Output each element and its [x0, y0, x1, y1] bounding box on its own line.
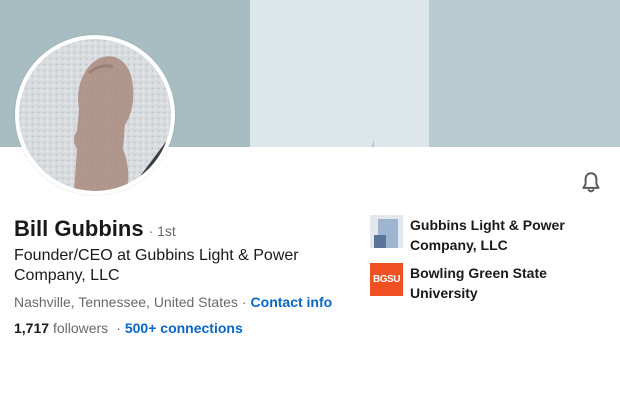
- location-separator: ·: [241, 294, 247, 310]
- profile-location: Nashville, Tennessee, United States: [14, 294, 238, 310]
- current-company-link[interactable]: Gubbins Light & Power Company, LLC: [370, 215, 600, 255]
- school-name: Bowling Green State University: [410, 265, 547, 301]
- location-row: Nashville, Tennessee, United States · Cont…: [14, 294, 332, 310]
- followers-count: 1,717: [14, 320, 50, 336]
- stats-row: 1,717 followers · 500+ connections: [14, 320, 243, 336]
- banner-arc-shape: [250, 0, 390, 147]
- profile-headline: Founder/CEO at Gubbins Light & Power Com…: [14, 247, 299, 284]
- banner-band-right: [429, 0, 620, 147]
- profile-name: Bill Gubbins: [14, 216, 144, 241]
- company-logo: [370, 215, 403, 248]
- avatar-photo: [19, 39, 171, 191]
- connection-degree: · 1st: [148, 223, 176, 239]
- profile-avatar[interactable]: [15, 35, 175, 195]
- education-school-link[interactable]: BGSU Bowling Green State University: [370, 263, 600, 303]
- school-logo: BGSU: [370, 263, 403, 296]
- stats-separator: ·: [116, 320, 121, 336]
- banner-band-light: [374, 0, 429, 147]
- connections-link[interactable]: 500+ connections: [125, 320, 243, 336]
- name-row: Bill Gubbins · 1st: [14, 216, 176, 242]
- followers-label: followers: [52, 320, 109, 336]
- company-name: Gubbins Light & Power Company, LLC: [410, 217, 565, 253]
- contact-info-link[interactable]: Contact info: [251, 294, 333, 310]
- bell-icon[interactable]: [578, 170, 604, 196]
